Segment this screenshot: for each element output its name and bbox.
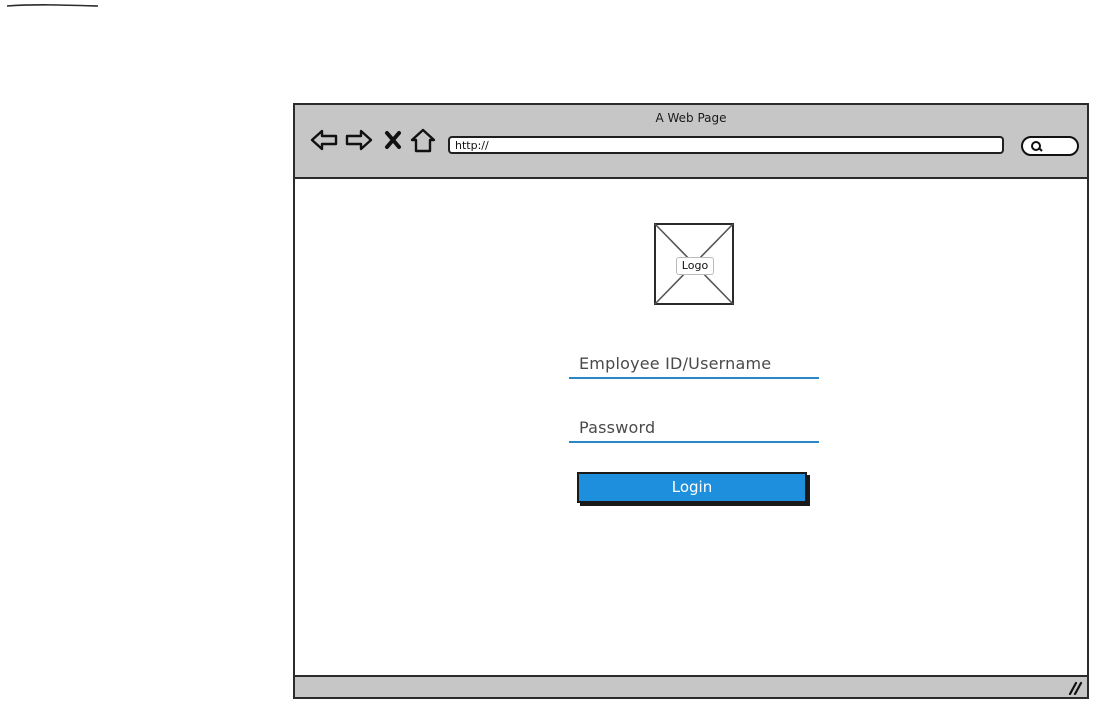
canvas: A Web Page http:// Logo Employee ID/User… <box>0 0 1093 703</box>
forward-arrow-icon[interactable] <box>344 127 374 153</box>
login-button-label: Login <box>577 472 807 503</box>
username-placeholder: Employee ID/Username <box>579 354 772 373</box>
home-icon[interactable] <box>409 127 437 153</box>
browser-statusbar <box>295 675 1087 697</box>
address-bar-text: http:// <box>455 139 489 152</box>
password-placeholder: Password <box>579 418 656 437</box>
address-bar[interactable]: http:// <box>448 136 1004 154</box>
close-icon[interactable] <box>383 127 403 153</box>
back-arrow-icon[interactable] <box>309 127 339 153</box>
resize-grip-icon[interactable] <box>1067 681 1083 695</box>
window-title: A Web Page <box>655 111 727 125</box>
username-field[interactable]: Employee ID/Username <box>569 349 819 379</box>
logo-label: Logo <box>676 257 714 275</box>
browser-toolbar: A Web Page http:// <box>295 105 1087 179</box>
browser-window: A Web Page http:// Logo Employee ID/User… <box>293 103 1089 699</box>
sketch-stroke <box>6 4 99 7</box>
login-button[interactable]: Login <box>577 472 809 506</box>
search-button[interactable] <box>1021 136 1079 156</box>
password-field[interactable]: Password <box>569 413 819 443</box>
